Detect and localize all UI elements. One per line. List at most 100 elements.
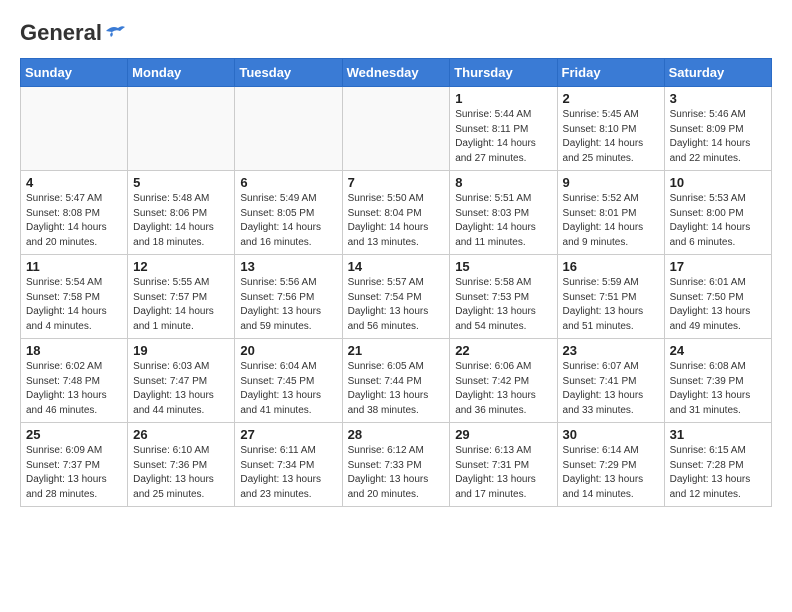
calendar-cell: 22 Sunrise: 6:06 AM Sunset: 7:42 PM Dayli… [450,339,557,423]
calendar-cell: 10 Sunrise: 5:53 AM Sunset: 8:00 PM Dayli… [664,171,771,255]
day-number: 12 [133,259,229,274]
day-info: Sunrise: 6:11 AM Sunset: 7:34 PM Dayligh… [240,444,336,502]
day-info: Sunrise: 6:10 AM Sunset: 7:36 PM Dayligh… [133,444,229,502]
page-header: General [20,20,772,42]
day-info: Sunrise: 5:59 AM Sunset: 7:51 PM Dayligh… [563,276,659,334]
calendar-cell: 27 Sunrise: 6:11 AM Sunset: 7:34 PM Dayli… [235,423,342,507]
calendar-cell: 26 Sunrise: 6:10 AM Sunset: 7:36 PM Dayli… [128,423,235,507]
day-info: Sunrise: 5:50 AM Sunset: 8:04 PM Dayligh… [348,192,445,250]
day-number: 2 [563,91,659,106]
day-info: Sunrise: 5:51 AM Sunset: 8:03 PM Dayligh… [455,192,551,250]
logo-bird-icon [104,23,126,39]
day-info: Sunrise: 5:49 AM Sunset: 8:05 PM Dayligh… [240,192,336,250]
logo-text-general: General [20,20,102,46]
day-info: Sunrise: 5:54 AM Sunset: 7:58 PM Dayligh… [26,276,122,334]
day-info: Sunrise: 6:14 AM Sunset: 7:29 PM Dayligh… [563,444,659,502]
day-number: 29 [455,427,551,442]
day-number: 22 [455,343,551,358]
calendar-header-row: SundayMondayTuesdayWednesdayThursdayFrid… [21,59,772,87]
day-number: 14 [348,259,445,274]
calendar-cell: 3Sunrise: 5:46 AM Sunset: 8:09 PM Daylig… [664,87,771,171]
day-number: 16 [563,259,659,274]
calendar-table: SundayMondayTuesdayWednesdayThursdayFrid… [20,58,772,507]
day-info: Sunrise: 6:02 AM Sunset: 7:48 PM Dayligh… [26,360,122,418]
day-info: Sunrise: 6:12 AM Sunset: 7:33 PM Dayligh… [348,444,445,502]
day-number: 21 [348,343,445,358]
calendar-cell: 23 Sunrise: 6:07 AM Sunset: 7:41 PM Dayli… [557,339,664,423]
day-info: Sunrise: 6:05 AM Sunset: 7:44 PM Dayligh… [348,360,445,418]
week-row-2: 4 Sunrise: 5:47 AM Sunset: 8:08 PM Daylig… [21,171,772,255]
col-header-thursday: Thursday [450,59,557,87]
day-info: Sunrise: 6:03 AM Sunset: 7:47 PM Dayligh… [133,360,229,418]
day-number: 19 [133,343,229,358]
calendar-cell: 31 Sunrise: 6:15 AM Sunset: 7:28 PM Dayli… [664,423,771,507]
calendar-cell: 14 Sunrise: 5:57 AM Sunset: 7:54 PM Dayli… [342,255,450,339]
calendar-cell: 12 Sunrise: 5:55 AM Sunset: 7:57 PM Dayli… [128,255,235,339]
day-info: Sunrise: 5:52 AM Sunset: 8:01 PM Dayligh… [563,192,659,250]
day-number: 4 [26,175,122,190]
day-number: 1 [455,91,551,106]
calendar-cell: 8 Sunrise: 5:51 AM Sunset: 8:03 PM Daylig… [450,171,557,255]
week-row-1: 1 Sunrise: 5:44 AM Sunset: 8:11 PM Daylig… [21,87,772,171]
calendar-cell: 6 Sunrise: 5:49 AM Sunset: 8:05 PM Daylig… [235,171,342,255]
day-number: 28 [348,427,445,442]
day-number: 18 [26,343,122,358]
day-info: Sunrise: 5:55 AM Sunset: 7:57 PM Dayligh… [133,276,229,334]
day-info: Sunrise: 5:57 AM Sunset: 7:54 PM Dayligh… [348,276,445,334]
day-info: Sunrise: 6:06 AM Sunset: 7:42 PM Dayligh… [455,360,551,418]
day-number: 27 [240,427,336,442]
day-info: Sunrise: 5:47 AM Sunset: 8:08 PM Dayligh… [26,192,122,250]
day-info: Sunrise: 6:13 AM Sunset: 7:31 PM Dayligh… [455,444,551,502]
logo: General [20,20,126,42]
day-number: 20 [240,343,336,358]
calendar-cell: 21 Sunrise: 6:05 AM Sunset: 7:44 PM Dayli… [342,339,450,423]
calendar-cell [235,87,342,171]
day-number: 10 [670,175,766,190]
day-number: 17 [670,259,766,274]
day-info: Sunrise: 6:08 AM Sunset: 7:39 PM Dayligh… [670,360,766,418]
day-info: Sunrise: 6:07 AM Sunset: 7:41 PM Dayligh… [563,360,659,418]
calendar-cell: 24 Sunrise: 6:08 AM Sunset: 7:39 PM Dayli… [664,339,771,423]
week-row-4: 18 Sunrise: 6:02 AM Sunset: 7:48 PM Dayli… [21,339,772,423]
calendar-cell [21,87,128,171]
col-header-wednesday: Wednesday [342,59,450,87]
calendar-cell: 19 Sunrise: 6:03 AM Sunset: 7:47 PM Dayli… [128,339,235,423]
calendar-cell [342,87,450,171]
day-number: 31 [670,427,766,442]
week-row-5: 25Sunrise: 6:09 AM Sunset: 7:37 PM Dayli… [21,423,772,507]
calendar-cell: 2Sunrise: 5:45 AM Sunset: 8:10 PM Daylig… [557,87,664,171]
day-number: 6 [240,175,336,190]
col-header-sunday: Sunday [21,59,128,87]
day-info: Sunrise: 6:04 AM Sunset: 7:45 PM Dayligh… [240,360,336,418]
day-number: 24 [670,343,766,358]
col-header-saturday: Saturday [664,59,771,87]
day-number: 30 [563,427,659,442]
col-header-friday: Friday [557,59,664,87]
calendar-cell: 17Sunrise: 6:01 AM Sunset: 7:50 PM Dayli… [664,255,771,339]
day-info: Sunrise: 5:44 AM Sunset: 8:11 PM Dayligh… [455,108,551,166]
day-number: 7 [348,175,445,190]
day-number: 5 [133,175,229,190]
calendar-cell: 25Sunrise: 6:09 AM Sunset: 7:37 PM Dayli… [21,423,128,507]
day-number: 15 [455,259,551,274]
col-header-tuesday: Tuesday [235,59,342,87]
day-number: 8 [455,175,551,190]
day-info: Sunrise: 5:56 AM Sunset: 7:56 PM Dayligh… [240,276,336,334]
calendar-cell: 7 Sunrise: 5:50 AM Sunset: 8:04 PM Daylig… [342,171,450,255]
day-number: 11 [26,259,122,274]
calendar-cell: 11 Sunrise: 5:54 AM Sunset: 7:58 PM Dayli… [21,255,128,339]
calendar-cell: 13 Sunrise: 5:56 AM Sunset: 7:56 PM Dayli… [235,255,342,339]
week-row-3: 11 Sunrise: 5:54 AM Sunset: 7:58 PM Dayli… [21,255,772,339]
calendar-cell: 29 Sunrise: 6:13 AM Sunset: 7:31 PM Dayli… [450,423,557,507]
calendar-cell: 5 Sunrise: 5:48 AM Sunset: 8:06 PM Daylig… [128,171,235,255]
day-info: Sunrise: 5:48 AM Sunset: 8:06 PM Dayligh… [133,192,229,250]
day-info: Sunrise: 5:53 AM Sunset: 8:00 PM Dayligh… [670,192,766,250]
day-number: 26 [133,427,229,442]
calendar-cell: 4 Sunrise: 5:47 AM Sunset: 8:08 PM Daylig… [21,171,128,255]
day-number: 23 [563,343,659,358]
calendar-cell: 1 Sunrise: 5:44 AM Sunset: 8:11 PM Daylig… [450,87,557,171]
calendar-cell: 9 Sunrise: 5:52 AM Sunset: 8:01 PM Daylig… [557,171,664,255]
day-number: 13 [240,259,336,274]
day-info: Sunrise: 6:15 AM Sunset: 7:28 PM Dayligh… [670,444,766,502]
day-number: 9 [563,175,659,190]
